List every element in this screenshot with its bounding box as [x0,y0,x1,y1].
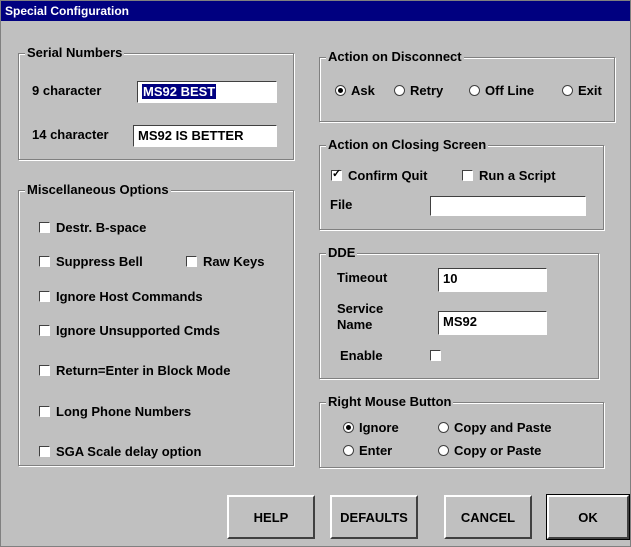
disconnect-retry-radio-dot [394,85,405,96]
long-phone-numbers-label: Long Phone Numbers [56,404,192,419]
destr-bspace-checkbox[interactable]: Destr. B-space [39,220,146,235]
ignore-unsupported-cmds-checkbox[interactable]: Ignore Unsupported Cmds [39,323,220,338]
disconnect-offline-radio-dot [469,85,480,96]
raw-keys-checkbox[interactable]: Raw Keys [186,254,264,269]
enable-checkbox[interactable] [430,350,441,361]
disconnect-offline-label: Off Line [485,83,535,98]
cancel-button-label: CANCEL [460,509,516,525]
action-on-disconnect-group: Action on Disconnect Ask Retry Off Line … [319,49,615,122]
service-name-value: MS92 [443,314,477,329]
timeout-value: 10 [443,271,458,286]
serial-numbers-legend: Serial Numbers [25,45,125,61]
raw-keys-box [186,256,197,267]
disconnect-ask-label: Ask [351,83,375,98]
long-phone-numbers-checkbox[interactable]: Long Phone Numbers [39,404,191,419]
mouse-copy-or-paste-radio[interactable]: Copy or Paste [438,443,541,458]
mouse-copy-and-paste-radio-dot [438,422,449,433]
raw-keys-label: Raw Keys [203,254,265,269]
timeout-label: Timeout [337,270,388,285]
disconnect-offline-radio[interactable]: Off Line [469,83,534,98]
suppress-bell-box [39,256,50,267]
right-mouse-button-legend: Right Mouse Button [326,394,454,410]
ok-button-label: OK [578,509,598,525]
mouse-ignore-label: Ignore [359,420,399,435]
action-on-closing-group: Action on Closing Screen Confirm Quit Ru… [319,137,604,230]
mouse-ignore-radio[interactable]: Ignore [343,420,399,435]
dialog-window: Special Configuration Serial Numbers 9 c… [0,0,631,547]
file-field[interactable] [430,196,586,216]
disconnect-exit-label: Exit [578,83,602,98]
dde-legend: DDE [326,245,358,261]
action-on-disconnect-legend: Action on Disconnect [326,49,464,65]
disconnect-exit-radio[interactable]: Exit [562,83,602,98]
return-enter-block-mode-label: Return=Enter in Block Mode [56,363,231,378]
confirm-quit-box [331,167,342,181]
mouse-copy-or-paste-radio-dot [438,445,449,456]
action-on-closing-legend: Action on Closing Screen [326,137,489,153]
return-enter-block-mode-checkbox[interactable]: Return=Enter in Block Mode [39,363,230,378]
defaults-button[interactable]: DEFAULTS [330,495,418,539]
nine-character-label: 9 character [32,83,102,98]
mouse-copy-and-paste-label: Copy and Paste [454,420,552,435]
mouse-enter-radio-dot [343,445,354,456]
sga-scale-delay-checkbox[interactable]: SGA Scale delay option [39,444,201,459]
disconnect-ask-radio[interactable]: Ask [335,83,375,98]
help-button-label: HELP [253,509,289,525]
service-name-label-line1: Service [337,301,384,316]
fourteen-character-field[interactable]: MS92 IS BETTER [133,125,277,147]
fourteen-character-label: 14 character [32,127,109,142]
destr-bspace-label: Destr. B-space [56,220,147,235]
suppress-bell-label: Suppress Bell [56,254,143,269]
serial-numbers-group: Serial Numbers 9 character MS92 BEST 14 … [18,45,294,160]
ignore-unsupported-cmds-box [39,325,50,336]
dde-group: DDE Timeout 10 Service Name MS92 Enable [319,245,599,379]
service-name-label-line2: Name [337,317,373,332]
misc-options-group: Miscellaneous Options Destr. B-space Sup… [18,182,294,466]
suppress-bell-checkbox[interactable]: Suppress Bell [39,254,143,269]
timeout-field[interactable]: 10 [438,268,547,292]
run-script-label: Run a Script [479,168,556,183]
service-name-field[interactable]: MS92 [438,311,547,335]
return-enter-block-mode-box [39,365,50,376]
file-label: File [330,197,353,212]
sga-scale-delay-box [39,446,50,457]
run-script-box [462,170,473,181]
confirm-quit-label: Confirm Quit [348,168,428,183]
misc-options-legend: Miscellaneous Options [25,182,171,198]
sga-scale-delay-label: SGA Scale delay option [56,444,202,459]
defaults-button-label: DEFAULTS [340,509,408,525]
mouse-enter-label: Enter [359,443,393,458]
ignore-unsupported-cmds-label: Ignore Unsupported Cmds [56,323,220,338]
fourteen-character-value: MS92 IS BETTER [138,128,244,143]
ignore-host-commands-box [39,291,50,302]
disconnect-ask-radio-dot [335,85,346,96]
disconnect-retry-radio[interactable]: Retry [394,83,443,98]
disconnect-exit-radio-dot [562,85,573,96]
cancel-button[interactable]: CANCEL [444,495,532,539]
mouse-ignore-radio-dot [343,422,354,433]
ok-button[interactable]: OK [546,494,630,540]
disconnect-retry-label: Retry [410,83,444,98]
mouse-copy-and-paste-radio[interactable]: Copy and Paste [438,420,552,435]
right-mouse-button-group: Right Mouse Button Ignore Copy and Paste… [319,394,604,468]
help-button[interactable]: HELP [227,495,315,539]
ignore-host-commands-label: Ignore Host Commands [56,289,203,304]
destr-bspace-box [39,222,50,233]
long-phone-numbers-box [39,406,50,417]
mouse-enter-radio[interactable]: Enter [343,443,392,458]
run-script-checkbox[interactable]: Run a Script [462,168,556,183]
mouse-copy-or-paste-label: Copy or Paste [454,443,542,458]
ignore-host-commands-checkbox[interactable]: Ignore Host Commands [39,289,203,304]
title-bar[interactable]: Special Configuration [1,1,630,21]
window-title: Special Configuration [5,4,130,18]
confirm-quit-checkbox[interactable]: Confirm Quit [331,167,428,183]
nine-character-value: MS92 BEST [142,84,217,99]
enable-label: Enable [340,348,383,363]
nine-character-field[interactable]: MS92 BEST [137,81,277,103]
